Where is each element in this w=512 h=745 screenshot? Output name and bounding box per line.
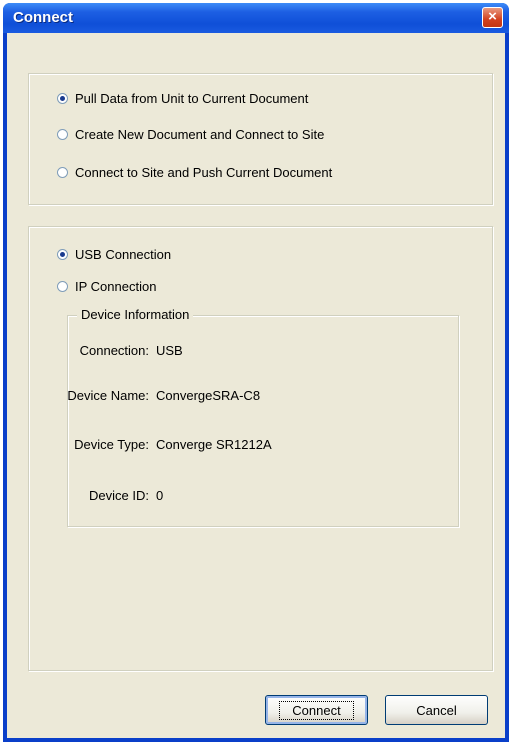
radio-label: Connect to Site and Push Current Documen… (75, 165, 333, 180)
connect-button[interactable]: Connect (265, 695, 368, 725)
radio-label: Create New Document and Connect to Site (75, 127, 325, 142)
radio-usb-connection[interactable]: USB Connection (57, 247, 171, 262)
radio-ip-connection[interactable]: IP Connection (57, 279, 156, 294)
dialog-title: Connect (13, 9, 73, 26)
radio-button-checked[interactable] (57, 249, 68, 260)
radio-button[interactable] (57, 281, 68, 292)
radio-create-new-document[interactable]: Create New Document and Connect to Site (57, 127, 324, 142)
radio-label: IP Connection (75, 279, 157, 294)
info-value: USB (156, 343, 183, 358)
info-label: Device Type: (74, 437, 149, 452)
dialog-body: Pull Data from Unit to Current Document … (7, 33, 505, 738)
radio-label: USB Connection (75, 247, 172, 262)
radio-button[interactable] (57, 167, 68, 178)
radio-button-checked[interactable] (57, 93, 68, 104)
cancel-button[interactable]: Cancel (385, 695, 488, 725)
radio-button[interactable] (57, 129, 68, 140)
info-value: Converge SR1212A (156, 437, 272, 452)
info-value: ConvergeSRA-C8 (156, 388, 261, 403)
info-label: Device ID: (89, 488, 149, 503)
close-button[interactable]: × (482, 7, 503, 28)
title-bar[interactable]: Connect × (3, 3, 509, 33)
device-information-legend: Device Information (77, 307, 194, 322)
info-label: Connection: (79, 343, 149, 358)
info-value: 0 (156, 488, 164, 503)
close-icon: × (488, 8, 497, 25)
connect-button-label: Connect (279, 700, 354, 720)
radio-pull-data[interactable]: Pull Data from Unit to Current Document (57, 91, 308, 106)
connect-dialog: Connect × Pull Data from Unit to Current… (3, 3, 509, 742)
radio-label: Pull Data from Unit to Current Document (75, 91, 309, 106)
radio-push-document[interactable]: Connect to Site and Push Current Documen… (57, 165, 332, 180)
info-label: Device Name: (67, 388, 149, 403)
cancel-button-label: Cancel (416, 702, 457, 718)
